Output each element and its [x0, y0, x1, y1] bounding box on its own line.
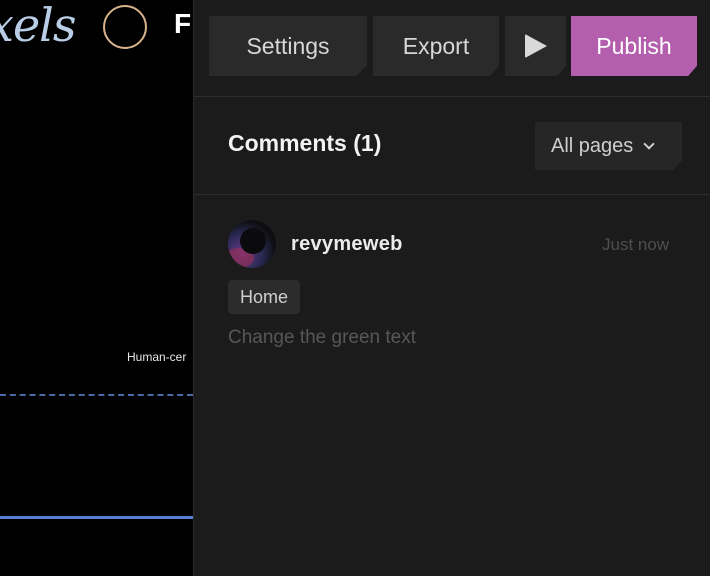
chevron-down-icon [643, 137, 655, 150]
page-filter-label: All pages [551, 134, 634, 157]
comments-title: Comments (1) [228, 130, 382, 156]
comment-author: revymeweb [291, 233, 403, 255]
page-filter-dropdown[interactable]: All pages [535, 122, 682, 170]
top-toolbar: Settings Export Publish [194, 0, 710, 97]
export-button[interactable]: Export [373, 16, 499, 76]
comment-item[interactable]: revymeweb Just now Home Change the green… [194, 196, 710, 366]
play-icon [524, 34, 547, 58]
avatar [228, 220, 276, 268]
comments-panel: Settings Export Publish Comments (1) All… [193, 0, 710, 576]
circle-logo-icon [103, 5, 147, 49]
solid-divider [0, 516, 193, 519]
dashed-divider [0, 394, 193, 396]
preview-button[interactable] [505, 16, 566, 76]
publish-button[interactable]: Publish [571, 16, 697, 76]
comment-text: Change the green text [228, 327, 417, 348]
comment-page-tag[interactable]: Home [228, 280, 301, 314]
site-logo-text: xels [0, 0, 76, 52]
design-canvas[interactable]: xels F Human-cer [0, 0, 193, 576]
settings-button[interactable]: Settings [209, 16, 367, 76]
canvas-caption: Human-cer [127, 350, 187, 364]
comment-timestamp: Just now [602, 235, 670, 254]
nav-text-fragment: F [174, 8, 192, 39]
comments-header: Comments (1) All pages [194, 98, 710, 195]
